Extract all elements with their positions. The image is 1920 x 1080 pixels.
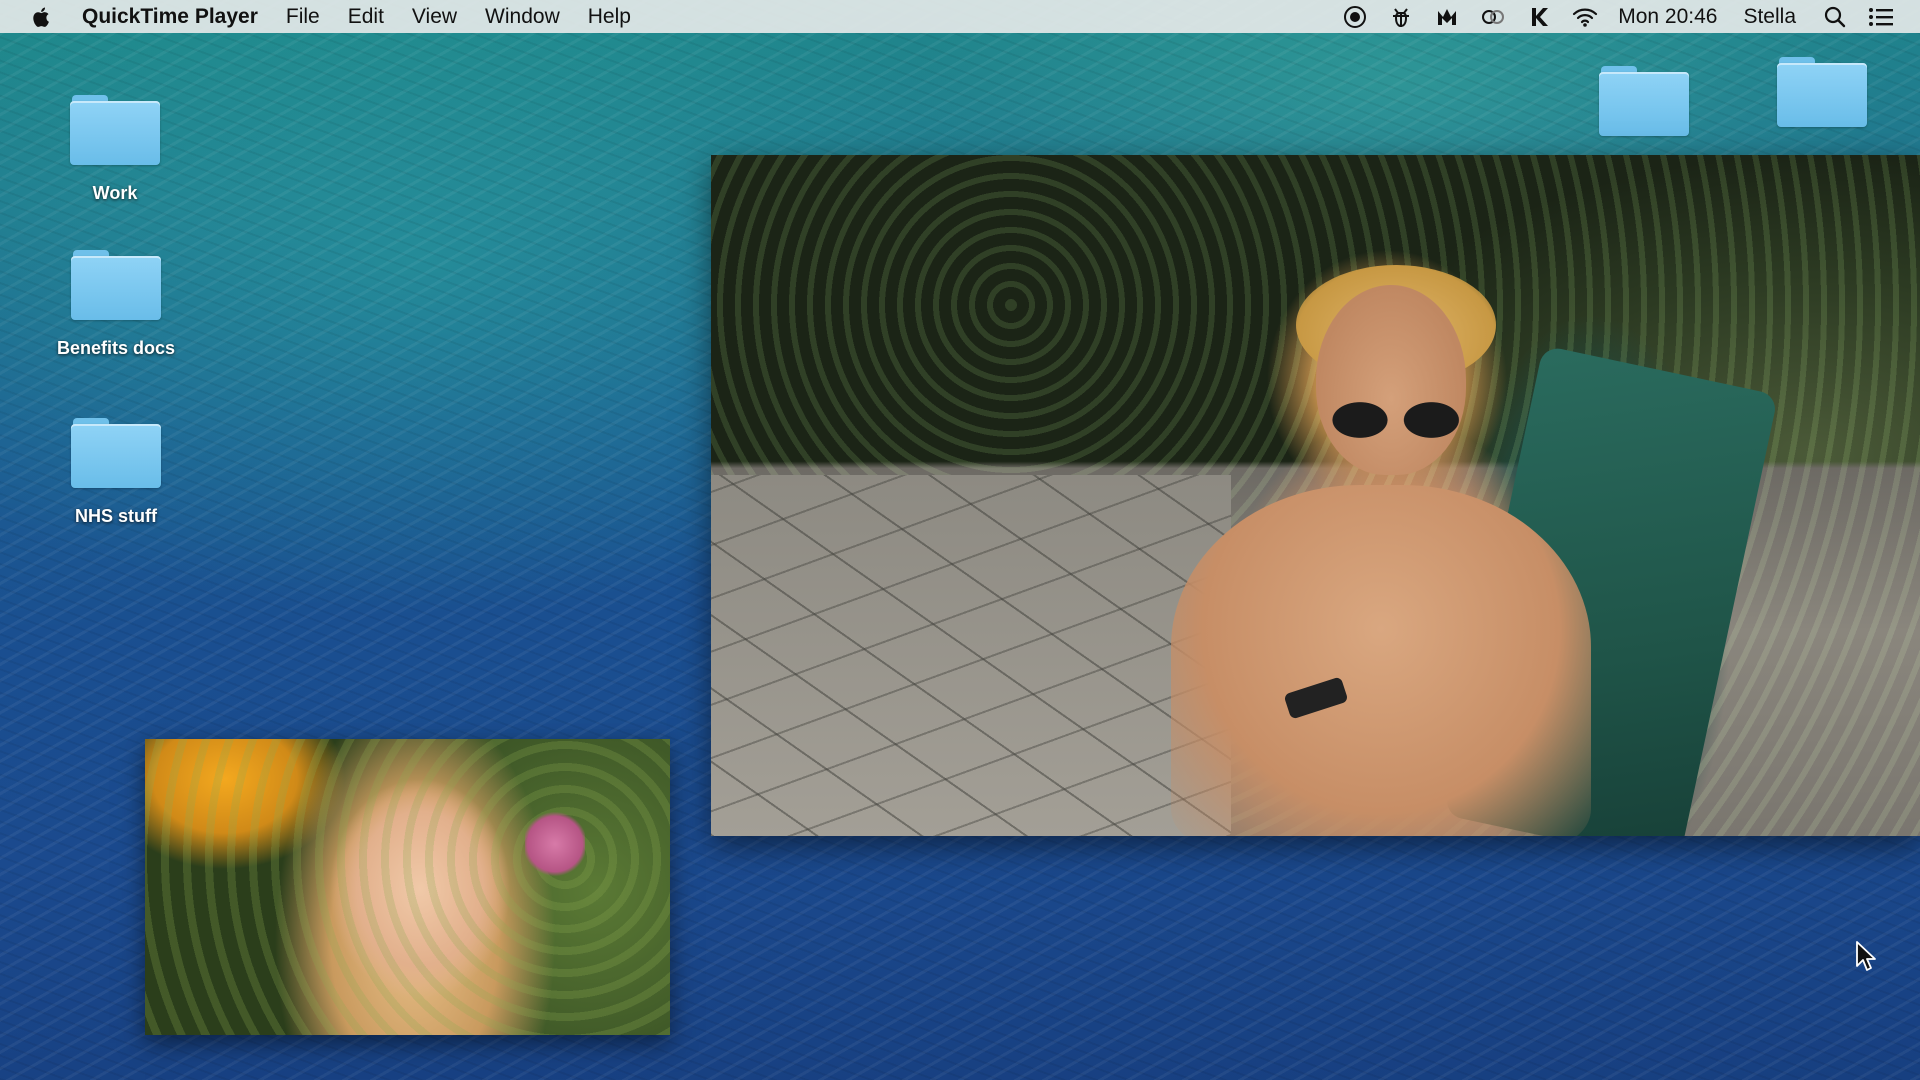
desktop-folder-unnamed-1[interactable] <box>1559 66 1729 138</box>
desktop-folder-label: Work <box>92 183 138 203</box>
malwarebytes-icon[interactable] <box>1434 4 1460 30</box>
search-icon[interactable] <box>1822 4 1848 30</box>
menu-bar: QuickTime Player File Edit View Window H… <box>0 0 1920 33</box>
folder-icon <box>71 418 161 490</box>
pip-video-window[interactable] <box>145 739 670 1035</box>
app-menu[interactable]: QuickTime Player <box>82 5 258 29</box>
desktop-folder-work[interactable]: Work <box>30 95 200 204</box>
desktop-folder-benefits-docs[interactable]: Benefits docs <box>31 250 201 359</box>
menu-file[interactable]: File <box>286 5 320 29</box>
pip-foliage-background <box>145 739 670 1035</box>
wifi-icon[interactable] <box>1572 4 1598 30</box>
desktop-folder-label: Benefits docs <box>56 338 176 358</box>
klack-icon[interactable] <box>1526 4 1552 30</box>
video-stone-patio <box>711 475 1231 836</box>
folder-icon <box>71 250 161 322</box>
menu-edit[interactable]: Edit <box>348 5 384 29</box>
video-sunglasses <box>1309 400 1479 440</box>
desktop-folder-label: NHS stuff <box>75 506 157 526</box>
folder-icon <box>1599 66 1689 138</box>
apple-icon[interactable] <box>30 5 54 29</box>
folder-icon <box>70 95 160 167</box>
notification-center-icon[interactable] <box>1868 4 1894 30</box>
desktop-folder-unnamed-2[interactable] <box>1737 57 1907 129</box>
screen-record-icon[interactable] <box>1342 4 1368 30</box>
cloud-icon[interactable] <box>1480 4 1506 30</box>
menu-view[interactable]: View <box>412 5 457 29</box>
menubar-clock[interactable]: Mon 20:46 <box>1618 5 1717 29</box>
video-person-head <box>1316 285 1466 475</box>
quicktime-video-window[interactable] <box>711 155 1920 836</box>
pip-pink-flowers <box>525 809 585 879</box>
video-person-torso <box>1171 485 1591 836</box>
menubar-user[interactable]: Stella <box>1743 5 1796 29</box>
mouse-cursor-icon <box>1856 941 1876 971</box>
desktop-folder-nhs-stuff[interactable]: NHS stuff <box>31 418 201 527</box>
bug-icon[interactable] <box>1388 4 1414 30</box>
folder-icon <box>1777 57 1867 129</box>
menu-window[interactable]: Window <box>485 5 560 29</box>
menu-help[interactable]: Help <box>588 5 631 29</box>
